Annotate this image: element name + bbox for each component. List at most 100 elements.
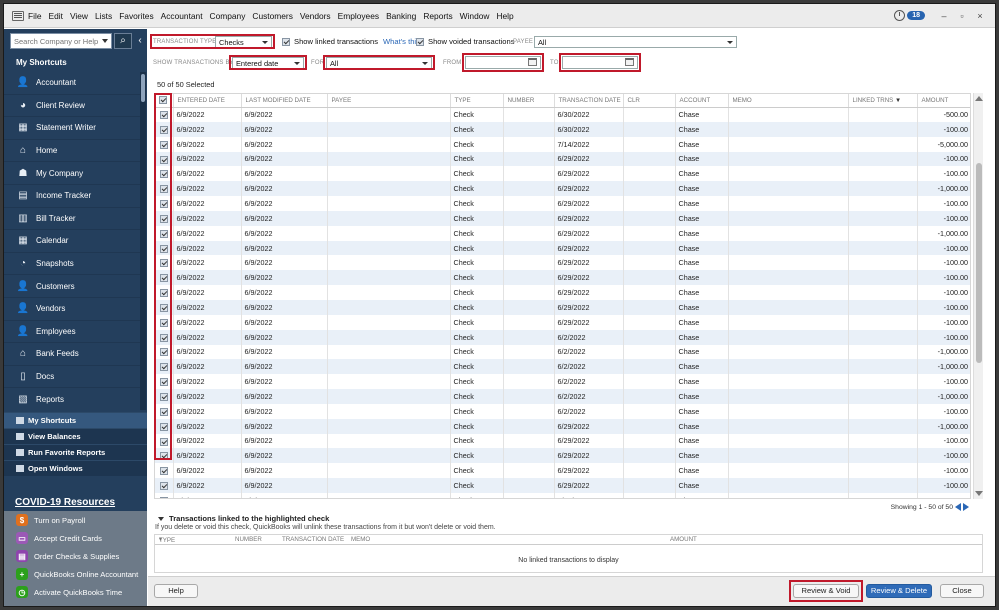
menu-edit[interactable]: Edit [49,11,63,21]
table-row[interactable]: 6/9/2022 6/9/2022 Check 6/2/2022 Chase -100.0… [155,374,970,390]
sidebar-scroll-thumb[interactable] [141,74,145,102]
sidebar-item-accountant[interactable]: 👤 Accountant [4,72,140,95]
scroll-down-icon[interactable] [975,491,983,496]
menu-employees[interactable]: Employees [338,11,379,21]
table-row[interactable]: 6/9/2022 6/9/2022 Check 6/2/2022 Chase -100.0… [155,403,970,419]
table-row[interactable]: 6/9/20226/9/2022 Check 6/30/2022 Chase -100.… [155,121,970,137]
reminders-badge[interactable]: 18 [907,11,925,20]
col-memo[interactable]: MEMO [728,94,849,108]
collapse-triangle-icon[interactable] [158,517,164,521]
sidebar-item-statement-writer[interactable]: ▦ Statement Writer [4,117,140,140]
reminders-clock-icon[interactable] [894,10,906,21]
next-page-icon[interactable] [963,503,969,511]
row-checkbox-cell[interactable] [155,478,174,493]
menu-file[interactable]: File [28,11,42,21]
row-checkbox[interactable] [159,496,168,498]
menu-accountant[interactable]: Accountant [161,11,203,21]
prev-page-icon[interactable] [955,503,961,511]
table-row[interactable]: 6/9/2022 6/9/2022 Check 6/29/2022 Chase -1,00… [155,181,970,197]
linked-col-type[interactable]: TYPE ▾ [159,536,175,544]
table-row[interactable]: 6/9/2022 6/9/2022 Check 6/29/2022 Chase -1,00… [155,225,970,241]
table-row[interactable]: 6/9/2022 6/9/2022 Check 6/29/2022 Chase -100.… [155,299,970,315]
table-row[interactable]: 6/9/2022 6/9/2022 Check 6/2/2022 Chase -1,000… [155,389,970,404]
table-scrollbar[interactable] [973,93,983,499]
col-payee[interactable]: PAYEE [327,94,451,108]
menu-view[interactable]: View [70,11,88,21]
sidebar-item-reports[interactable]: ▧ Reports [4,388,140,410]
sidebar-nav-my-shortcuts[interactable]: My Shortcuts [4,412,147,428]
table-row[interactable]: 6/9/2022 6/9/2022 Check 6/29/2022 Chase -100.… [155,196,970,211]
table-row[interactable]: 6/9/2022 6/9/2022 Check 6/29/2022 Chase -100.… [155,240,970,256]
sidebar-item-income-tracker[interactable]: ▤ Income Tracker [4,185,140,208]
sidebar-item-employees[interactable]: 👤 Employees [4,321,140,344]
linked-col-memo[interactable]: MEMO [351,536,370,543]
checkbox-checked[interactable] [282,37,290,46]
row-checkbox[interactable] [159,482,168,491]
sidebar-nav-view-balances[interactable]: View Balances [4,428,147,444]
table-row[interactable]: 6/9/2022 6/9/2022 Check 6/29/2022 Chase -100.… [155,270,970,286]
sidebar-item-docs[interactable]: ▯ Docs [4,366,140,389]
col-last-modified-date[interactable]: LAST MODIFIED DATE [241,94,328,108]
checkbox-checked[interactable] [416,37,424,46]
row-checkbox-cell[interactable] [155,463,174,479]
menu-favorites[interactable]: Favorites [119,11,153,21]
table-row[interactable]: 6/9/2022 6/9/2022 Check 6/2/2022 Chase -1,000… [155,344,970,360]
menu-company[interactable]: Company [210,11,246,21]
sidebar-item-calendar[interactable]: ▦ Calendar [4,230,140,253]
covid-item-5[interactable]: ◷ Activate QuickBooks Time [4,583,147,601]
covid-title[interactable]: COVID-19 Resources [4,495,147,511]
table-row[interactable]: 6/9/2022 6/9/2022 Check 6/29/2022 Chase -100.… [155,255,970,271]
col-transaction-date[interactable]: TRANSACTION DATE [554,94,624,108]
covid-item-2[interactable]: ▭ Accept Credit Cards [4,529,147,547]
row-checkbox-cell[interactable] [155,492,174,498]
sidebar-item-bank-feeds[interactable]: ⌂ Bank Feeds [4,343,140,366]
sidebar-item-home[interactable]: ⌂ Home [4,140,140,163]
close-window-icon[interactable]: × [971,11,989,21]
table-row[interactable]: 6/9/20226/9/2022 Check 6/30/2022 Chase -100.… [155,492,970,498]
table-row[interactable]: 6/9/2022 6/9/2022 Check 6/29/2022 Chase -100.… [155,314,970,330]
table-row[interactable]: 6/9/2022 6/9/2022 Check 6/2/2022 Chase -100.0… [155,329,970,345]
table-row[interactable]: 6/9/2022 6/9/2022 Check 6/29/2022 Chase -100.… [155,478,970,493]
col-entered-date[interactable]: ENTERED DATE [173,94,242,108]
payee-select[interactable]: All [534,36,737,48]
linked-col-number[interactable]: NUMBER [235,536,262,543]
table-row[interactable]: 6/9/2022 6/9/2022 Check 6/29/2022 Chase -100.… [155,166,970,182]
table-row[interactable]: 6/9/2022 6/9/2022 Check 6/29/2022 Chase -100.… [155,151,970,167]
covid-item-4[interactable]: + QuickBooks Online Accountant [4,565,147,583]
col-clr[interactable]: CLR [623,94,676,108]
minimize-icon[interactable]: – [935,11,953,21]
restore-icon[interactable]: ▫ [953,11,971,21]
search-input[interactable] [10,33,112,49]
show-voided-checkbox[interactable]: Show voided transactions [416,37,515,46]
table-row[interactable]: 6/9/2022 6/9/2022 Check 6/29/2022 Chase -100.… [155,463,970,479]
col-number[interactable]: NUMBER [503,94,555,108]
search-icon[interactable]: ⌕ [114,33,132,49]
review-delete-button[interactable]: Review & Delete [866,584,932,598]
table-row[interactable]: 6/9/2022 6/9/2022 Check 6/29/2022 Chase -1,00… [155,418,970,434]
menu-window[interactable]: Window [460,11,490,21]
sidebar-scrollbar[interactable] [140,72,146,410]
sidebar-item-client-review[interactable]: ◕ Client Review [4,95,140,118]
table-row[interactable]: 6/9/2022 6/9/2022 Check 6/2/2022 Chase -1,000… [155,359,970,375]
table-row[interactable]: 6/9/2022 6/9/2022 Check 7/14/2022 Chase -5,00… [155,136,970,152]
sidebar-item-snapshots[interactable]: ◔ Snapshots [4,253,140,276]
menu-reports[interactable]: Reports [423,11,452,21]
menu-customers[interactable]: Customers [252,11,293,21]
row-checkbox[interactable] [159,467,168,476]
table-row[interactable]: 6/9/2022 6/9/2022 Check 6/29/2022 Chase -100.… [155,448,970,464]
linked-col-transaction-date[interactable]: TRANSACTION DATE [282,536,344,543]
linked-col-amount[interactable]: AMOUNT [670,536,697,543]
menu-help[interactable]: Help [496,11,513,21]
search-dropdown-icon[interactable] [102,39,108,43]
covid-item-3[interactable]: ▤ Order Checks & Supplies [4,547,147,565]
table-row[interactable]: 6/9/2022 6/9/2022 Check 6/29/2022 Chase -100.… [155,210,970,226]
linked-transactions-title[interactable]: Transactions linked to the highlighted c… [158,514,329,523]
app-menu-icon[interactable] [12,10,24,21]
col-type[interactable]: TYPE [450,94,504,108]
sidebar-item-bill-tracker[interactable]: ▥ Bill Tracker [4,208,140,231]
table-row[interactable]: 6/9/2022 6/9/2022 Check 6/29/2022 Chase -100.… [155,285,970,300]
sidebar-item-vendors[interactable]: 👤 Vendors [4,298,140,321]
sidebar-item-my-company[interactable]: ☗ My Company [4,162,140,185]
menu-lists[interactable]: Lists [95,11,112,21]
sidebar-nav-run-favorite-reports[interactable]: Run Favorite Reports [4,444,147,460]
